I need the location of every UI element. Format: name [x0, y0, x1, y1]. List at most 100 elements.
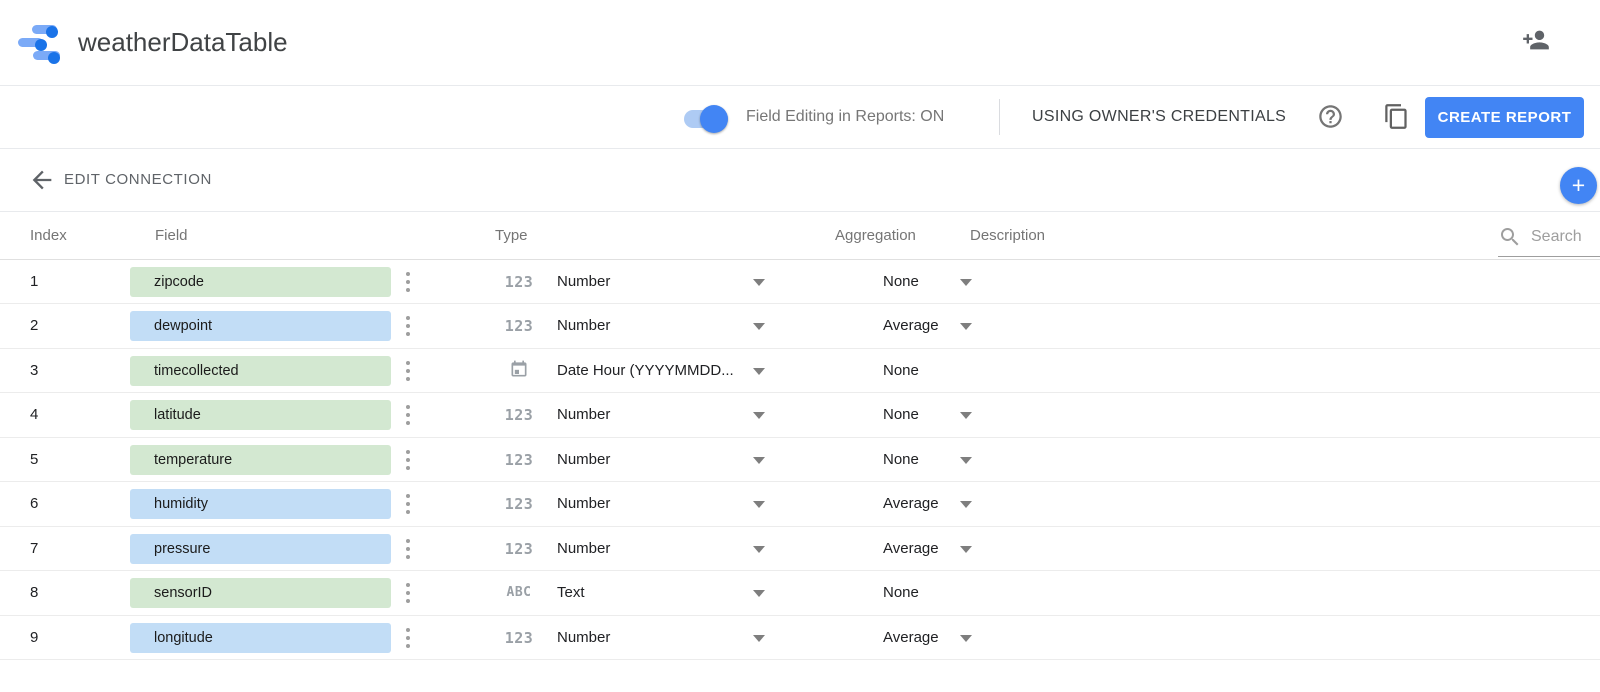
toggle-knob — [700, 105, 728, 133]
type-dropdown-icon[interactable] — [753, 457, 765, 464]
aggregation-value[interactable]: Average — [883, 482, 939, 526]
menu-dot — [406, 599, 410, 603]
row-index: 8 — [30, 571, 38, 615]
type-value[interactable]: Number — [557, 260, 747, 304]
data-studio-logo-icon — [18, 23, 66, 63]
field-options-menu-icon[interactable] — [403, 580, 413, 606]
table-row: 6 humidity 123 Number Average — [0, 482, 1600, 526]
toolbar-divider — [999, 99, 1000, 135]
edit-connection-link[interactable]: EDIT CONNECTION — [64, 149, 212, 211]
header-field: Field — [155, 212, 188, 259]
header-type: Type — [495, 212, 528, 259]
aggregation-dropdown-icon[interactable] — [960, 546, 972, 553]
type-dropdown-icon[interactable] — [753, 323, 765, 330]
aggregation-dropdown-icon[interactable] — [960, 501, 972, 508]
table-row: 3timecollectedDate Hour (YYYYMMDD...None — [0, 349, 1600, 393]
copy-datasource-icon[interactable] — [1383, 103, 1410, 130]
aggregation-value[interactable]: None — [883, 393, 919, 437]
type-value[interactable]: Number — [557, 482, 747, 526]
menu-dot — [406, 332, 410, 336]
datasource-title[interactable]: weatherDataTable — [78, 26, 288, 58]
type-value[interactable]: Number — [557, 438, 747, 482]
field-name-chip[interactable]: sensorID — [130, 578, 391, 608]
type-dropdown-icon[interactable] — [753, 412, 765, 419]
share-person-add-icon[interactable] — [1522, 26, 1550, 54]
type-value[interactable]: Number — [557, 304, 747, 348]
create-report-button[interactable]: CREATE REPORT — [1425, 97, 1584, 138]
type-value[interactable]: Number — [557, 527, 747, 571]
menu-dot — [406, 636, 410, 640]
type-value[interactable]: Number — [557, 393, 747, 437]
row-index: 9 — [30, 616, 38, 660]
top-app-bar: weatherDataTable — [0, 0, 1600, 86]
row-index: 6 — [30, 482, 38, 526]
field-name-chip[interactable]: zipcode — [130, 267, 391, 297]
field-options-menu-icon[interactable] — [403, 536, 413, 562]
menu-dot — [406, 361, 410, 365]
plus-icon: + — [1572, 172, 1585, 198]
type-dropdown-icon[interactable] — [753, 635, 765, 642]
table-header: Index Field Type Aggregation Description — [0, 212, 1600, 260]
aggregation-dropdown-icon[interactable] — [960, 323, 972, 330]
aggregation-value[interactable]: Average — [883, 527, 939, 571]
search-box[interactable] — [1498, 218, 1600, 257]
field-name-chip[interactable]: timecollected — [130, 356, 391, 386]
field-name-chip[interactable]: longitude — [130, 623, 391, 653]
type-value[interactable]: Text — [557, 571, 747, 615]
field-options-menu-icon[interactable] — [403, 313, 413, 339]
table-row: 8sensorIDABCTextNone — [0, 571, 1600, 615]
back-arrow-icon[interactable] — [28, 166, 56, 194]
search-input[interactable] — [1531, 228, 1600, 246]
field-editing-toggle[interactable] — [684, 110, 728, 128]
type-dropdown-icon[interactable] — [753, 279, 765, 286]
menu-dot — [406, 555, 410, 559]
aggregation-dropdown-icon[interactable] — [960, 635, 972, 642]
number-type-icon: 123 — [500, 482, 538, 526]
help-icon[interactable] — [1317, 103, 1344, 130]
field-options-menu-icon[interactable] — [403, 491, 413, 517]
add-field-button[interactable]: + — [1560, 167, 1597, 204]
type-dropdown-icon[interactable] — [753, 590, 765, 597]
field-options-menu-icon[interactable] — [403, 447, 413, 473]
number-type-icon: 123 — [500, 304, 538, 348]
menu-dot — [406, 405, 410, 409]
type-value[interactable]: Date Hour (YYYYMMDD... — [557, 349, 747, 393]
field-options-menu-icon[interactable] — [403, 625, 413, 651]
aggregation-value[interactable]: Average — [883, 616, 939, 660]
row-index: 7 — [30, 527, 38, 571]
table-row: 4latitude123NumberNone — [0, 393, 1600, 437]
table-row: 5temperature123NumberNone — [0, 438, 1600, 482]
menu-dot — [406, 466, 410, 470]
aggregation-dropdown-icon[interactable] — [960, 412, 972, 419]
aggregation-dropdown-icon[interactable] — [960, 457, 972, 464]
number-type-icon: 123 — [500, 260, 538, 304]
row-index: 4 — [30, 393, 38, 437]
field-name-chip[interactable]: temperature — [130, 445, 391, 475]
aggregation-value[interactable]: None — [883, 260, 919, 304]
field-name-chip[interactable]: pressure — [130, 534, 391, 564]
field-name-chip[interactable]: humidity — [130, 489, 391, 519]
field-name-chip[interactable]: dewpoint — [130, 311, 391, 341]
menu-dot — [406, 644, 410, 648]
menu-dot — [406, 324, 410, 328]
number-type-icon: 123 — [500, 527, 538, 571]
menu-dot — [406, 280, 410, 284]
type-dropdown-icon[interactable] — [753, 546, 765, 553]
aggregation-dropdown-icon[interactable] — [960, 279, 972, 286]
menu-dot — [406, 539, 410, 543]
aggregation-value[interactable]: None — [883, 438, 919, 482]
menu-dot — [406, 288, 410, 292]
type-dropdown-icon[interactable] — [753, 368, 765, 375]
field-name-chip[interactable]: latitude — [130, 400, 391, 430]
type-dropdown-icon[interactable] — [753, 501, 765, 508]
number-type-icon: 123 — [500, 438, 538, 482]
datasource-page: weatherDataTable Field Editing in Report… — [0, 0, 1600, 692]
menu-dot — [406, 458, 410, 462]
type-value[interactable]: Number — [557, 616, 747, 660]
menu-dot — [406, 494, 410, 498]
aggregation-value[interactable]: Average — [883, 304, 939, 348]
field-options-menu-icon[interactable] — [403, 358, 413, 384]
field-options-menu-icon[interactable] — [403, 269, 413, 295]
header-aggregation: Aggregation — [835, 212, 916, 259]
field-options-menu-icon[interactable] — [403, 402, 413, 428]
